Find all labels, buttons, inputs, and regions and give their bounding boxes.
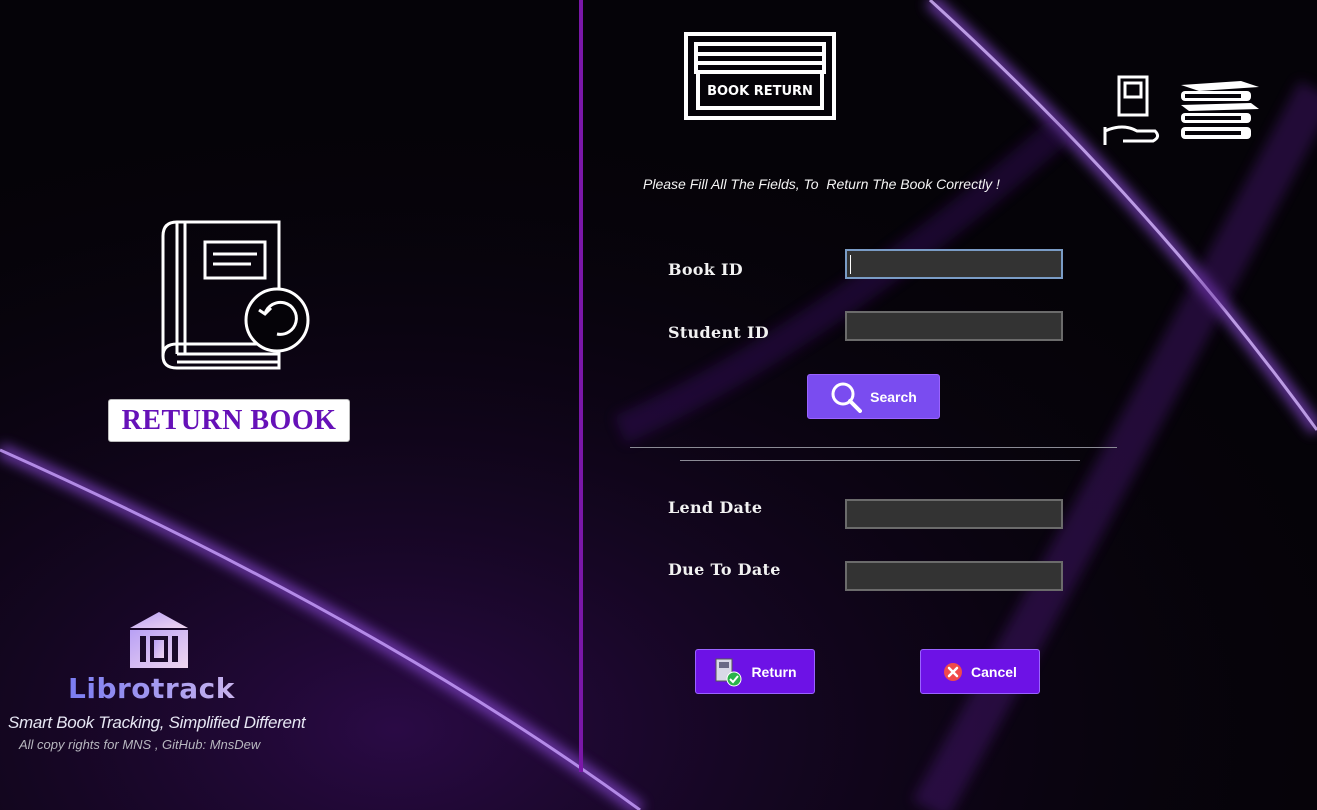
return-button[interactable]: Return — [695, 649, 815, 694]
return-button-label: Return — [751, 663, 797, 680]
cancel-button-label: Cancel — [971, 663, 1017, 680]
copyright-text: All copy rights for MNS , GitHub: MnsDew — [19, 737, 261, 752]
search-button-label: Search — [870, 388, 917, 405]
lend-date-label: Lend Date — [668, 498, 763, 517]
section-divider-bottom — [680, 460, 1080, 461]
library-building-icon — [130, 612, 188, 668]
app-tagline: Smart Book Tracking, Simplified Differen… — [8, 713, 306, 732]
lend-date-input[interactable] — [845, 499, 1063, 529]
form-instruction: Please Fill All The Fields, To Return Th… — [643, 176, 1000, 192]
book-check-icon — [715, 658, 742, 686]
text-caret — [850, 255, 851, 274]
due-date-input[interactable] — [845, 561, 1063, 591]
section-divider-top — [630, 447, 1117, 448]
cancel-icon — [944, 662, 963, 681]
cancel-button[interactable]: Cancel — [920, 649, 1040, 694]
app-name: Librotrack — [68, 672, 235, 705]
book-id-input[interactable] — [845, 249, 1063, 279]
vertical-divider — [579, 0, 583, 772]
banner-text: BOOK RETURN — [707, 84, 813, 99]
search-button[interactable]: Search — [807, 374, 940, 419]
student-id-label: Student ID — [668, 323, 769, 342]
book-return-banner-icon: BOOK RETURN — [684, 32, 836, 120]
books-stack-icon — [1103, 75, 1259, 145]
search-icon — [831, 382, 863, 413]
book-return-icon — [161, 220, 310, 370]
student-id-input[interactable] — [845, 311, 1063, 341]
book-id-label: Book ID — [668, 260, 743, 279]
return-book-title: RETURN BOOK — [108, 399, 350, 442]
due-date-label: Due To Date — [668, 560, 781, 579]
